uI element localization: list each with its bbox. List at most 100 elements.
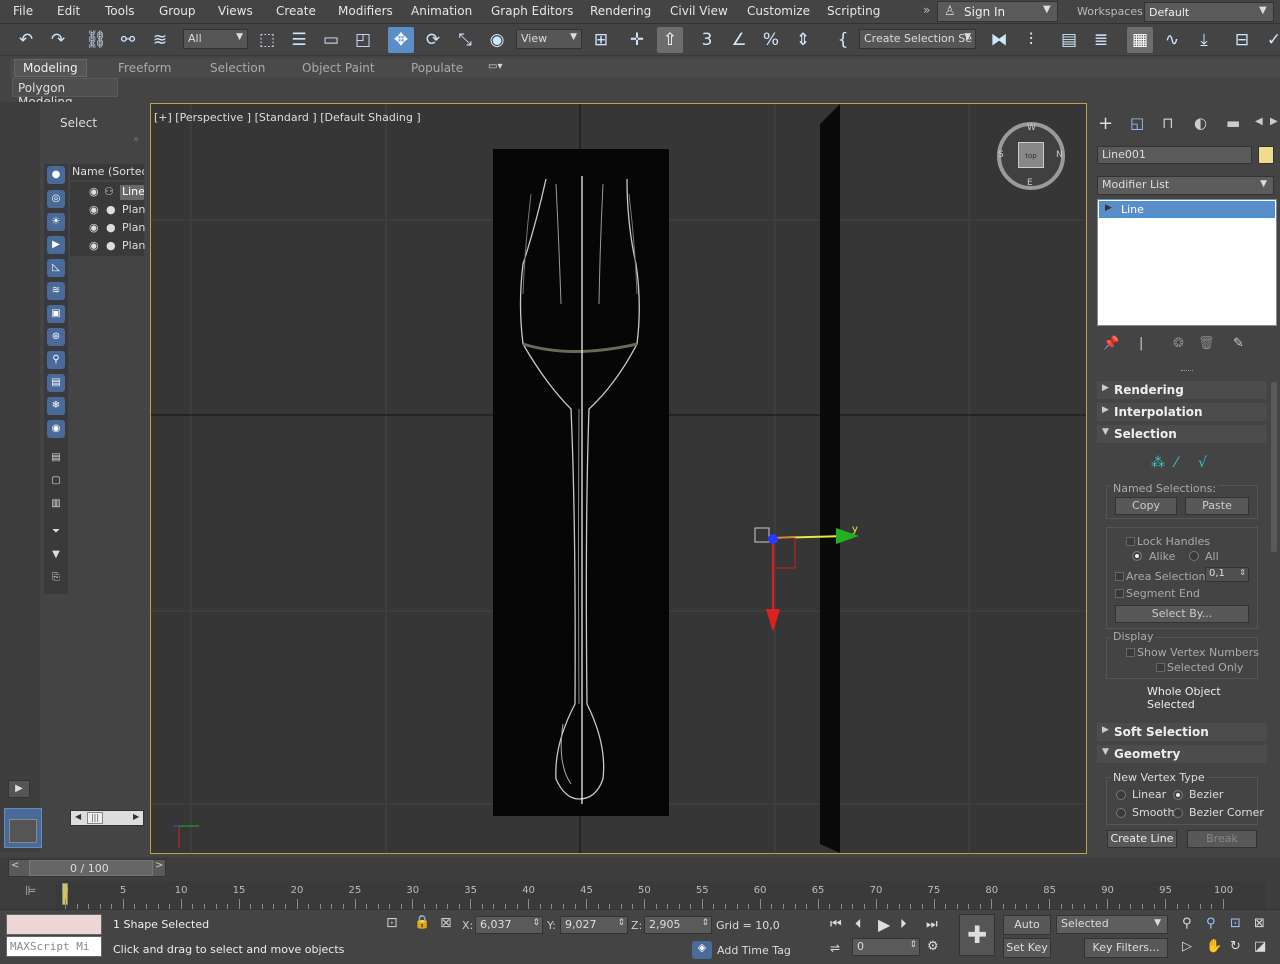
isolate-selection-icon[interactable]: ⊡	[386, 915, 398, 931]
geometry-filter-icon[interactable]: ●	[47, 166, 65, 184]
list-item[interactable]: ◉ ● Plan	[88, 221, 145, 237]
layer-explorer-icon[interactable]: ≣	[1088, 27, 1114, 53]
menu-create[interactable]: Create	[276, 4, 316, 18]
percent-snap-icon[interactable]: %	[758, 27, 784, 53]
link-icon[interactable]: ⛓	[83, 27, 109, 53]
eye-icon[interactable]: ◉	[89, 185, 99, 198]
containers-filter-icon[interactable]: ▤	[47, 374, 65, 392]
bezier-radio[interactable]	[1173, 790, 1183, 800]
alike-radio[interactable]	[1132, 551, 1142, 561]
panel-right-arrow-icon[interactable]: ▶	[1270, 116, 1278, 127]
time-tag-icon[interactable]: ◈	[692, 941, 712, 959]
set-key-big-button[interactable]: ✚	[959, 914, 995, 956]
pan-view-icon[interactable]: ✋	[1206, 939, 1222, 954]
eye-icon[interactable]: ◉	[89, 221, 99, 234]
linear-radio[interactable]	[1116, 790, 1126, 800]
perspective-viewport[interactable]: [+] [Perspective ] [Standard ] [Default …	[150, 103, 1087, 854]
interpolation-rollout[interactable]: ▶ Interpolation	[1097, 403, 1267, 421]
edit-named-selection-icon[interactable]: {	[830, 27, 856, 53]
spline-level-icon[interactable]: √	[1198, 455, 1207, 471]
explorer-scrollbar[interactable]: ◀ ||| ▶	[70, 810, 144, 826]
select-by-button[interactable]: Select By...	[1115, 605, 1249, 623]
menu-file[interactable]: File	[13, 4, 33, 18]
y-coordinate-field[interactable]: 9,027 ⇕	[560, 916, 628, 934]
play-animation-icon[interactable]: ▶	[878, 915, 890, 934]
orbit-icon[interactable]: ↻	[1230, 939, 1241, 954]
scene-explorer-icon[interactable]: ▤	[1056, 27, 1082, 53]
reference-coordinate-dropdown[interactable]: View ▼	[516, 29, 582, 49]
zoom-all-icon[interactable]: ⚲	[1206, 916, 1216, 931]
add-time-tag-label[interactable]: Add Time Tag	[717, 944, 791, 957]
go-to-start-icon[interactable]: ⏮	[830, 917, 842, 932]
shapes-filter-icon[interactable]: ◎	[47, 190, 65, 208]
soft-selection-rollout[interactable]: ▶ Soft Selection	[1097, 723, 1267, 741]
helpers-filter-icon[interactable]: ◺	[47, 259, 65, 277]
time-slider-next-icon[interactable]: >	[155, 860, 163, 871]
panel-left-arrow-icon[interactable]: ◀	[1255, 116, 1263, 127]
menu-graph-editors[interactable]: Graph Editors	[491, 4, 573, 18]
hidden-filter-icon[interactable]: ◉	[47, 420, 65, 438]
make-unique-icon[interactable]: ❂	[1173, 336, 1184, 351]
time-slider[interactable]: < 0 / 100 >	[8, 859, 166, 877]
overflow-icon[interactable]: »	[923, 3, 930, 17]
list-item[interactable]: ◉ ⚇ Line0	[88, 185, 144, 201]
zoom-extents-all-icon[interactable]: ⊠	[1254, 916, 1265, 931]
viewcube-top-face[interactable]: top	[1018, 142, 1044, 168]
tab-modeling[interactable]: Modeling	[14, 59, 87, 77]
list-item[interactable]: ◉ ● Plan	[88, 239, 145, 255]
remove-modifier-icon[interactable]: 🗑	[1198, 336, 1215, 351]
scroll-thumb[interactable]: |||	[87, 812, 103, 824]
select-and-rotate-icon[interactable]: ⟳	[420, 27, 446, 53]
tab-freeform[interactable]: Freeform	[118, 61, 171, 75]
tab-selection[interactable]: Selection	[210, 61, 265, 75]
layer-icon[interactable]: ⎘	[47, 569, 65, 587]
filter-clear-icon[interactable]: ⏷	[47, 523, 65, 541]
x-coordinate-field[interactable]: 6,037 ⇕	[475, 916, 543, 934]
menu-edit[interactable]: Edit	[57, 4, 80, 18]
snaps-toggle-icon[interactable]: 3	[694, 27, 720, 53]
ribbon-options-icon[interactable]: ▭▾	[488, 61, 502, 72]
select-and-scale-icon[interactable]: ⤡	[452, 27, 478, 53]
named-selection-set-dropdown[interactable]: Create Selection Se ▼	[859, 29, 976, 49]
bezier-corner-radio[interactable]	[1173, 808, 1183, 818]
menu-modifiers[interactable]: Modifiers	[338, 4, 393, 18]
track-bar[interactable]: 0 5 10 15 20 25 30 35 40 45 50 55 60 65 70 75 80 85 90 95 10…	[56, 881, 1266, 909]
eye-icon[interactable]: ◉	[89, 203, 99, 216]
toggle-ribbon-icon[interactable]: ▦	[1127, 27, 1153, 53]
undo-icon[interactable]: ↶	[13, 27, 39, 53]
all-radio[interactable]	[1189, 551, 1199, 561]
menu-scripting[interactable]: Scripting	[827, 4, 880, 18]
stack-item-line[interactable]: ▶ Line	[1099, 201, 1275, 218]
selection-rollout[interactable]: ▼ Selection	[1097, 425, 1267, 443]
sign-in-dropdown[interactable]: ♙ Sign In ▼	[937, 1, 1058, 22]
create-tab-icon[interactable]: +	[1098, 113, 1113, 134]
key-mode-toggle-icon[interactable]: ⇌	[830, 941, 840, 955]
menu-group[interactable]: Group	[159, 4, 196, 18]
modify-tab-icon[interactable]: ◱	[1130, 114, 1144, 132]
keyboard-shortcut-override-icon[interactable]: ⇧	[657, 27, 683, 53]
display-invert-icon[interactable]: ▥	[47, 495, 65, 513]
menu-animation[interactable]: Animation	[411, 4, 472, 18]
show-vertex-numbers-checkbox[interactable]	[1126, 648, 1135, 657]
menu-tools[interactable]: Tools	[105, 4, 135, 18]
lock-handles-checkbox[interactable]	[1126, 537, 1135, 546]
cameras-filter-icon[interactable]: ▶	[47, 236, 65, 254]
display-none-icon[interactable]: ▢	[47, 472, 65, 490]
z-coordinate-field[interactable]: 2,905 ⇕	[644, 916, 712, 934]
eye-icon[interactable]: ◉	[89, 239, 99, 252]
previous-frame-icon[interactable]: ⏴	[855, 917, 862, 932]
paste-button[interactable]: Paste	[1185, 497, 1249, 515]
select-and-place-icon[interactable]: ◉	[484, 27, 510, 53]
hierarchy-tab-icon[interactable]: ⊓	[1162, 114, 1174, 132]
angle-snap-icon[interactable]: ∠	[726, 27, 752, 53]
vertex-level-icon[interactable]: ⁂	[1151, 455, 1165, 471]
create-line-button[interactable]: Create Line	[1107, 830, 1177, 848]
time-slider-thumb[interactable]: 0 / 100	[29, 860, 153, 876]
segment-level-icon[interactable]: ⁄	[1175, 455, 1177, 471]
object-name-field[interactable]: Line001	[1097, 146, 1252, 164]
absolute-mode-icon[interactable]: ⊠	[440, 915, 452, 931]
select-by-name-icon[interactable]: ☰	[286, 27, 312, 53]
explorer-switcher-button[interactable]	[4, 808, 42, 848]
menu-rendering[interactable]: Rendering	[590, 4, 651, 18]
rendering-rollout[interactable]: ▶ Rendering	[1097, 381, 1267, 399]
